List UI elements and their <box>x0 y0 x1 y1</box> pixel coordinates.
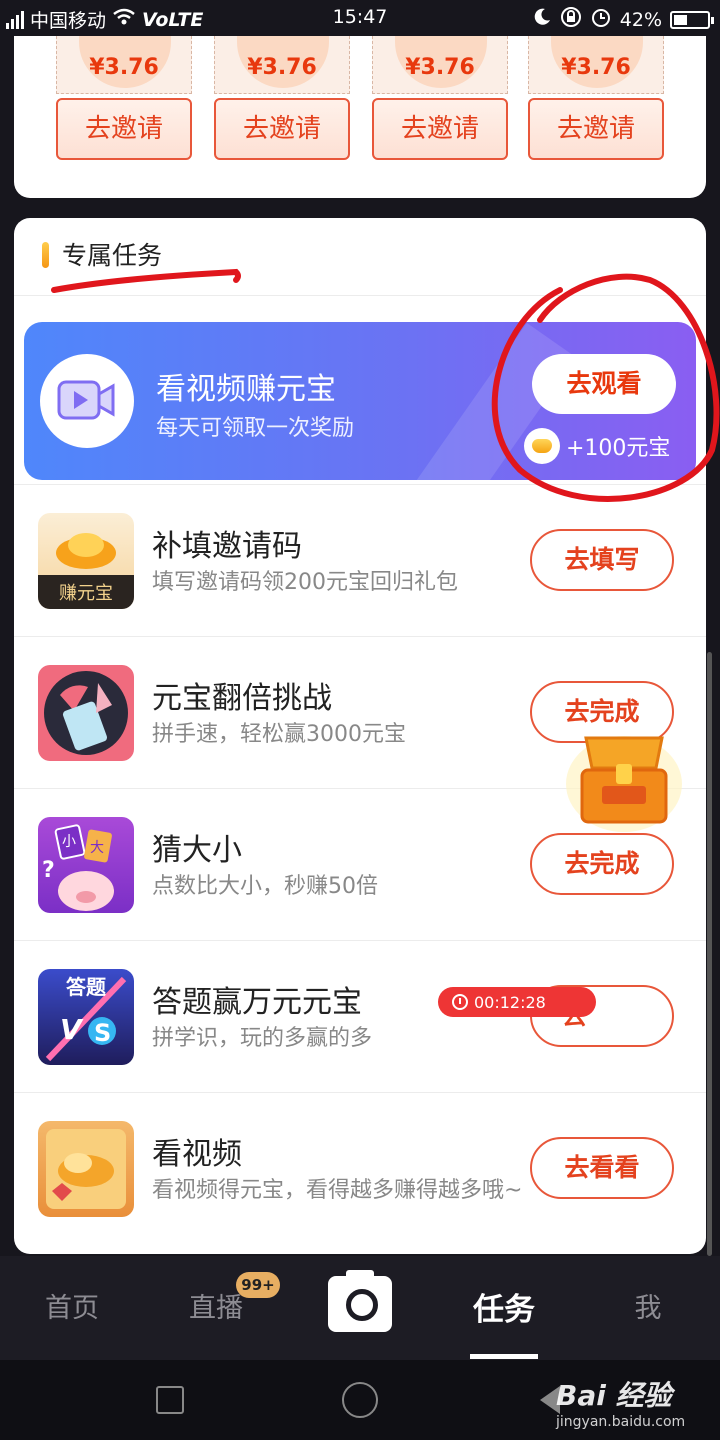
svg-text:V: V <box>60 1013 84 1046</box>
tab-me[interactable]: 我 <box>588 1286 708 1325</box>
tab-home[interactable]: 首页 <box>12 1286 132 1325</box>
gold-ingot-icon: 赚元宝 <box>38 513 134 609</box>
task-title: 猜大小 <box>152 833 242 868</box>
quiz-vs-icon: V S 答题 <box>38 969 134 1065</box>
task-description: 拼手速，轻松赢3000元宝 <box>152 722 406 747</box>
invite-item: ¥3.76 去邀请 <box>528 36 664 198</box>
watermark-url: jingyan.baidu.com <box>556 1414 686 1430</box>
rotation-lock-icon <box>560 6 582 33</box>
complete-button[interactable]: 去完成 <box>530 833 674 895</box>
section-header: 专属任务 <box>14 218 706 296</box>
task-description: 拼学识，玩的多赢的多 <box>152 1026 373 1051</box>
status-bar: 中国移动 VoLTE 15:47 42% <box>0 0 720 36</box>
banner-title: 看视频赚元宝 <box>156 372 336 407</box>
moon-icon <box>532 7 552 32</box>
task-description: 看视频得元宝，看得越多赚得越多哦~ <box>152 1178 523 1203</box>
reward-amount: +100元宝 <box>566 436 671 461</box>
fruit-slice-icon <box>38 665 134 761</box>
gold-ingot-icon <box>524 428 560 464</box>
recent-apps-icon[interactable] <box>156 1386 184 1414</box>
task-row[interactable]: 看视频 看视频得元宝，看得越多赚得越多哦~ 去看看 <box>14 1092 706 1252</box>
task-row[interactable]: V S 答题 答题赢万元元宝 拼学识，玩的多赢的多 去 00:12:28 <box>14 940 706 1092</box>
invite-item: ¥3.76 去邀请 <box>56 36 192 198</box>
icon-char: 小 <box>62 834 76 850</box>
task-description: 填写邀请码领200元宝回归礼包 <box>152 570 458 595</box>
task-description: 点数比大小，秒赚50倍 <box>152 874 378 899</box>
invite-reward: ¥3.76 <box>561 55 631 80</box>
watermark-logo: Bai 经验 <box>556 1379 672 1412</box>
notification-badge: 99+ <box>236 1272 280 1298</box>
invite-button[interactable]: 去邀请 <box>528 98 664 160</box>
icon-label: 答题 <box>66 975 106 999</box>
svg-text:S: S <box>94 1019 111 1047</box>
svg-text:?: ? <box>42 858 55 883</box>
icon-char: 大 <box>90 840 104 856</box>
home-icon[interactable] <box>342 1382 378 1418</box>
invite-item: ¥3.76 去邀请 <box>214 36 350 198</box>
countdown-value: 00:12:28 <box>474 992 546 1012</box>
task-title: 看视频 <box>152 1137 242 1172</box>
invite-button[interactable]: 去邀请 <box>372 98 508 160</box>
icon-label: 赚元宝 <box>59 583 113 604</box>
watch-video-banner[interactable]: 看视频赚元宝 每天可领取一次奖励 去观看 +100元宝 <box>24 322 696 480</box>
treasure-chest-icon[interactable] <box>564 724 684 834</box>
watch-more-button[interactable]: 去看看 <box>530 1137 674 1199</box>
scrollbar[interactable] <box>707 652 712 1256</box>
invite-reward: ¥3.76 <box>405 55 475 80</box>
camera-icon[interactable] <box>328 1270 392 1332</box>
alarm-icon <box>590 6 612 33</box>
baidu-watermark: Bai 经验 jingyan.baidu.com <box>556 1374 685 1430</box>
invite-card: ¥3.76 去邀请 ¥3.76 去邀请 ¥3.76 去邀请 ¥3.76 去邀请 <box>14 36 706 198</box>
fill-in-button[interactable]: 去填写 <box>530 529 674 591</box>
banner-reward: +100元宝 <box>524 428 670 464</box>
gold-video-icon <box>38 1121 134 1217</box>
invite-reward: ¥3.76 <box>89 55 159 80</box>
clock-icon <box>452 994 468 1010</box>
invite-button[interactable]: 去邀请 <box>214 98 350 160</box>
task-title: 补填邀请码 <box>152 529 302 564</box>
section-marker <box>42 242 49 268</box>
tab-tasks[interactable]: 任务 <box>444 1284 564 1329</box>
battery-icon <box>670 10 714 29</box>
video-camera-icon <box>40 354 134 448</box>
system-nav-bar: Bai 经验 jingyan.baidu.com <box>0 1360 720 1440</box>
active-tab-indicator <box>470 1354 538 1359</box>
watch-button[interactable]: 去观看 <box>532 354 676 414</box>
invite-item: ¥3.76 去邀请 <box>372 36 508 198</box>
invite-button[interactable]: 去邀请 <box>56 98 192 160</box>
battery-percent: 42% <box>619 8 662 31</box>
invite-reward: ¥3.76 <box>247 55 317 80</box>
bottom-tab-bar: 首页 直播 99+ 任务 我 <box>0 1256 720 1360</box>
countdown-timer: 00:12:28 <box>438 987 596 1017</box>
pig-dice-icon: ? 小 大 <box>38 817 134 913</box>
task-title: 元宝翻倍挑战 <box>152 681 332 716</box>
task-row[interactable]: 赚元宝 补填邀请码 填写邀请码领200元宝回归礼包 去填写 <box>14 484 706 636</box>
task-title: 答题赢万元元宝 <box>152 985 362 1020</box>
banner-subtitle: 每天可领取一次奖励 <box>156 416 355 441</box>
section-title: 专属任务 <box>62 241 163 270</box>
